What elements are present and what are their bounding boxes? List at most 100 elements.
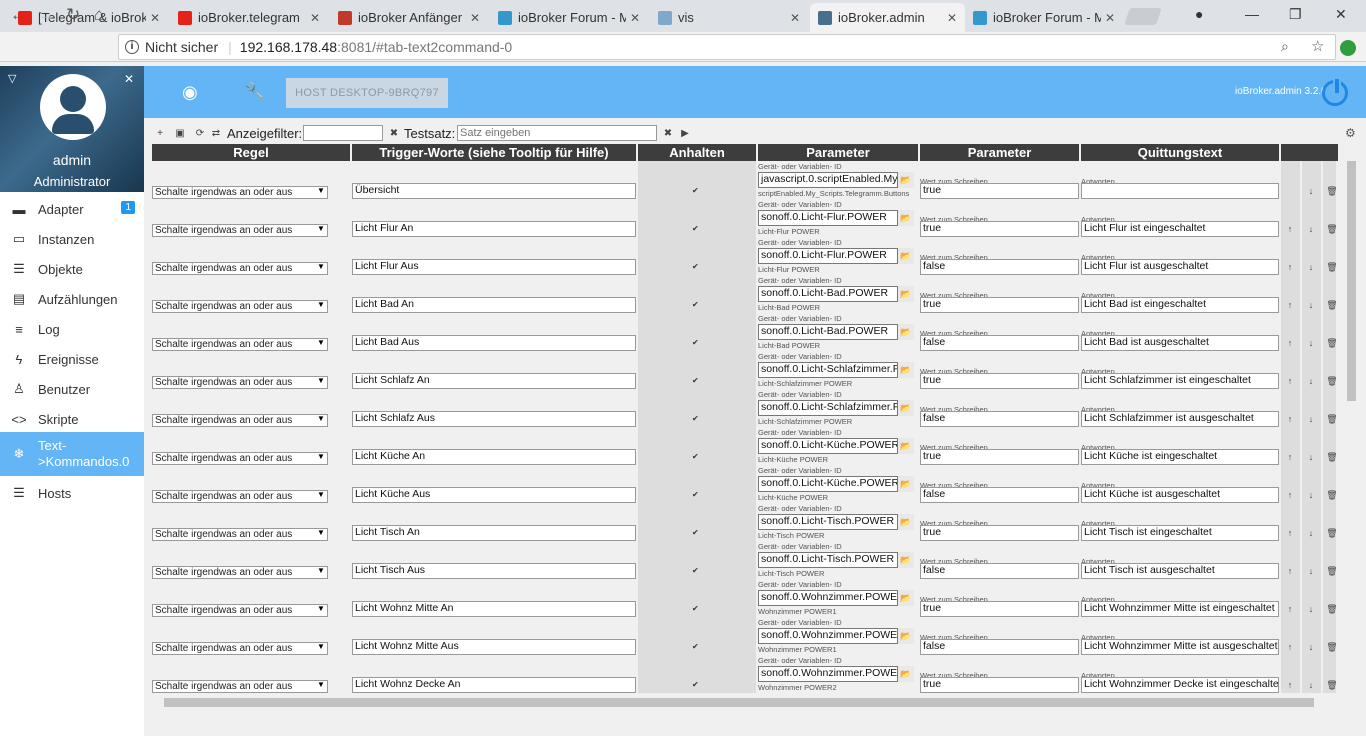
value-input[interactable]: false bbox=[920, 639, 1079, 655]
browser-tab[interactable]: ioBroker.telegram ✕ bbox=[170, 3, 328, 32]
home-icon[interactable]: ⌂ bbox=[94, 5, 104, 25]
wrench-icon[interactable]: 🔧 bbox=[244, 82, 266, 103]
move-up-icon[interactable]: ↑ bbox=[1282, 449, 1298, 466]
tab-close-icon[interactable]: ✕ bbox=[150, 11, 160, 25]
sidebar-item[interactable]: ☰ Objekte bbox=[0, 254, 144, 284]
chevron-down-icon[interactable]: ▼ bbox=[317, 490, 325, 499]
test-sentence-input[interactable] bbox=[457, 125, 657, 141]
tab-close-icon[interactable]: ✕ bbox=[310, 11, 320, 25]
delete-icon[interactable]: 🗑 bbox=[1324, 449, 1336, 466]
value-input[interactable]: true bbox=[920, 601, 1079, 617]
object-id-input[interactable]: sonoff.0.Licht-Flur.POWER bbox=[758, 248, 898, 264]
sidebar-item[interactable]: ❄ Text->Kommandos.0 bbox=[0, 432, 144, 476]
chevron-down-icon[interactable]: ▼ bbox=[317, 604, 325, 613]
tab-close-icon[interactable]: ✕ bbox=[1105, 11, 1115, 25]
chevron-down-icon[interactable]: ▼ bbox=[317, 528, 325, 537]
power-icon[interactable] bbox=[1322, 77, 1348, 106]
trigger-words-input[interactable]: Licht Tisch Aus bbox=[352, 563, 636, 579]
stop-checkbox[interactable]: ✔ bbox=[692, 225, 700, 233]
folder-open-icon[interactable]: 📂 bbox=[898, 590, 914, 606]
filter-input[interactable] bbox=[303, 125, 383, 141]
stop-checkbox[interactable]: ✔ bbox=[692, 643, 700, 651]
browser-tab[interactable]: ioBroker Forum - M ✕ bbox=[965, 3, 1123, 32]
answer-input[interactable]: Licht Flur ist eingeschaltet bbox=[1081, 221, 1279, 237]
move-up-icon[interactable]: ↑ bbox=[1282, 259, 1298, 276]
delete-icon[interactable]: 🗑 bbox=[1324, 563, 1336, 580]
trigger-words-input[interactable]: Licht Bad An bbox=[352, 297, 636, 313]
value-input[interactable]: true bbox=[920, 373, 1079, 389]
stop-checkbox[interactable]: ✔ bbox=[692, 529, 700, 537]
bookmark-star-icon[interactable]: ☆ bbox=[1311, 37, 1324, 55]
host-button[interactable]: HOST DESKTOP-9BRQ797 bbox=[286, 78, 448, 108]
minimize-button[interactable]: — bbox=[1245, 6, 1259, 22]
answer-input[interactable]: Licht Wohnzimmer Mitte ist eingeschaltet bbox=[1081, 601, 1279, 617]
chevron-down-icon[interactable]: ▼ bbox=[317, 414, 325, 423]
delete-icon[interactable]: 🗑 bbox=[1324, 221, 1336, 238]
value-input[interactable]: false bbox=[920, 335, 1079, 351]
trigger-words-input[interactable]: Licht Küche An bbox=[352, 449, 636, 465]
close-window-button[interactable]: ✕ bbox=[1335, 6, 1347, 23]
sidebar-item[interactable]: ▬ Adapter 1 bbox=[0, 194, 144, 224]
answer-input[interactable] bbox=[1081, 183, 1279, 199]
value-input[interactable]: false bbox=[920, 563, 1079, 579]
value-input[interactable]: false bbox=[920, 259, 1079, 275]
move-down-icon[interactable]: ↓ bbox=[1303, 221, 1319, 238]
stop-checkbox[interactable]: ✔ bbox=[692, 453, 700, 461]
move-up-icon[interactable]: ↑ bbox=[1282, 677, 1298, 693]
chevron-down-icon[interactable]: ▼ bbox=[317, 224, 325, 233]
swap-icon[interactable]: ⇄ bbox=[209, 127, 223, 141]
rule-select[interactable]: Schalte irgendwas an oder aus bbox=[152, 452, 328, 465]
rule-select[interactable]: Schalte irgendwas an oder aus bbox=[152, 566, 328, 579]
folder-open-icon[interactable]: 📂 bbox=[898, 362, 914, 378]
folder-open-icon[interactable]: 📂 bbox=[898, 666, 914, 682]
vertical-scrollbar[interactable] bbox=[1344, 161, 1358, 693]
folder-open-icon[interactable]: 📂 bbox=[898, 286, 914, 302]
browser-tab[interactable]: ioBroker.admin ✕ bbox=[810, 3, 965, 32]
object-id-input[interactable]: sonoff.0.Licht-Schlafzimmer.POWER bbox=[758, 400, 898, 416]
browser-tab[interactable]: ioBroker Anfänger ✕ bbox=[330, 3, 488, 32]
object-id-input[interactable]: sonoff.0.Licht-Bad.POWER bbox=[758, 324, 898, 340]
url-field[interactable]: i Nicht sicher | 192.168.178.48 :8081/#t… bbox=[118, 34, 1336, 60]
move-up-icon[interactable]: ↑ bbox=[1282, 373, 1298, 390]
folder-open-icon[interactable]: 📂 bbox=[898, 210, 914, 226]
object-id-input[interactable]: sonoff.0.Wohnzimmer.POWER2 bbox=[758, 666, 898, 682]
value-input[interactable]: true bbox=[920, 183, 1079, 199]
reload-icon[interactable]: ↻ bbox=[66, 5, 80, 25]
close-sidebar-icon[interactable]: ✕ bbox=[124, 72, 134, 86]
settings-gear-icon[interactable]: ⚙ bbox=[1345, 126, 1356, 140]
sidebar-item[interactable]: ▤ Aufzählungen bbox=[0, 284, 144, 314]
move-down-icon[interactable]: ↓ bbox=[1303, 297, 1319, 314]
value-input[interactable]: true bbox=[920, 449, 1079, 465]
delete-icon[interactable]: 🗑 bbox=[1324, 487, 1336, 504]
delete-icon[interactable]: 🗑 bbox=[1324, 297, 1336, 314]
move-down-icon[interactable]: ↓ bbox=[1303, 259, 1319, 276]
sidebar-item[interactable]: ≡ Log bbox=[0, 314, 144, 344]
delete-icon[interactable]: 🗑 bbox=[1324, 601, 1336, 618]
browser-tab[interactable]: [Telegram & ioBroker✕ bbox=[10, 3, 168, 32]
answer-input[interactable]: Licht Schlafzimmer ist eingeschaltet bbox=[1081, 373, 1279, 389]
folder-open-icon[interactable]: 📂 bbox=[898, 514, 914, 530]
browser-tab[interactable]: ioBroker Forum - M ✕ bbox=[490, 3, 648, 32]
chevron-down-icon[interactable]: ▼ bbox=[317, 680, 325, 689]
chevron-down-icon[interactable]: ▼ bbox=[317, 300, 325, 309]
object-id-input[interactable]: sonoff.0.Wohnzimmer.POWER1 bbox=[758, 628, 898, 644]
new-tab-button[interactable] bbox=[1124, 8, 1162, 25]
sidebar-item[interactable]: ▭ Instanzen bbox=[0, 224, 144, 254]
rule-select[interactable]: Schalte irgendwas an oder aus bbox=[152, 604, 328, 617]
horizontal-scrollbar[interactable] bbox=[152, 696, 1342, 708]
object-id-input[interactable]: javascript.0.scriptEnabled.My_Scripts.Te… bbox=[758, 172, 898, 188]
add-rule-icon[interactable]: + bbox=[153, 127, 167, 141]
rule-select[interactable]: Schalte irgendwas an oder aus bbox=[152, 414, 328, 427]
trigger-words-input[interactable]: Licht Wohnz Mitte An bbox=[352, 601, 636, 617]
value-input[interactable]: false bbox=[920, 411, 1079, 427]
object-id-input[interactable]: sonoff.0.Wohnzimmer.POWER1 bbox=[758, 590, 898, 606]
chevron-down-icon[interactable]: ▼ bbox=[317, 452, 325, 461]
delete-icon[interactable]: 🗑 bbox=[1324, 373, 1336, 390]
rule-select[interactable]: Schalte irgendwas an oder aus bbox=[152, 376, 328, 389]
move-up-icon[interactable]: ↑ bbox=[1282, 525, 1298, 542]
answer-input[interactable]: Licht Bad ist eingeschaltet bbox=[1081, 297, 1279, 313]
tab-close-icon[interactable]: ✕ bbox=[947, 11, 957, 25]
rule-select[interactable]: Schalte irgendwas an oder aus bbox=[152, 642, 328, 655]
value-input[interactable]: true bbox=[920, 221, 1079, 237]
chevron-down-icon[interactable]: ▼ bbox=[317, 186, 325, 195]
